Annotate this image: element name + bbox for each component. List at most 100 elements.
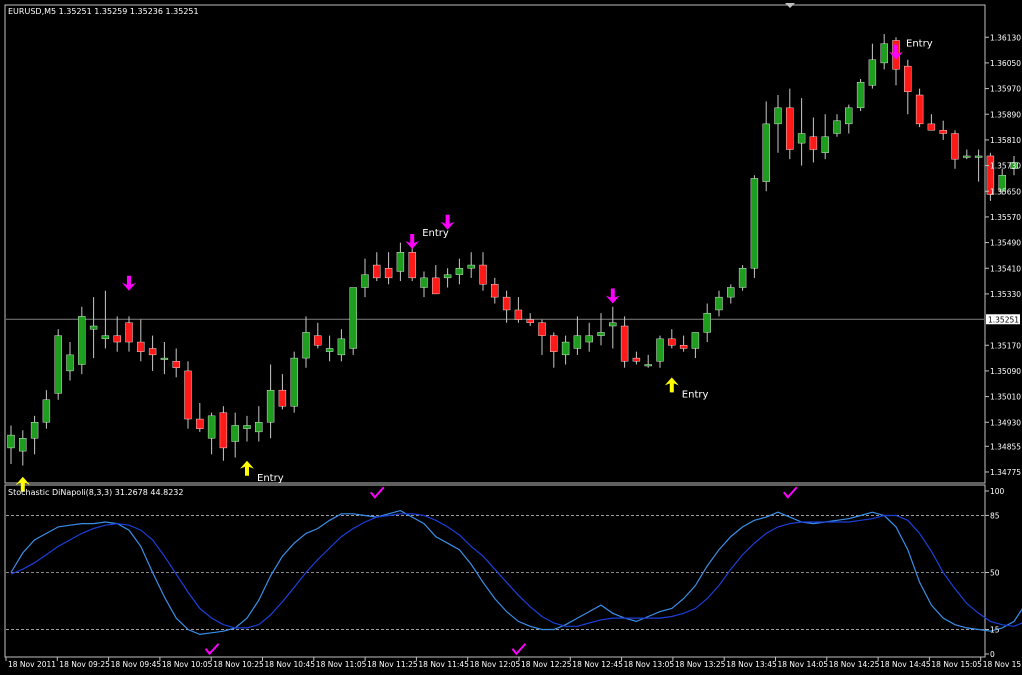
candle-body-bull [833, 120, 841, 134]
stochastic-axis-label: 15 [990, 626, 1000, 635]
time-axis-label: 18 Nov 2011 [8, 660, 56, 669]
candle-body-bull [30, 422, 39, 439]
candle-body-bear [550, 335, 558, 352]
candle-body-bear [278, 389, 287, 407]
candle[interactable] [54, 329, 62, 400]
candle-body-bull [420, 277, 428, 288]
price-axis-label: 1.35330 [990, 290, 1021, 299]
candle-body-bull [762, 123, 770, 182]
candle-body-bear [632, 357, 641, 362]
candle-body-bear [314, 335, 322, 346]
candle-body-bear [184, 370, 192, 420]
candle-body-bull [644, 364, 652, 367]
time-axis-label: 18 Nov 11:45 [418, 660, 469, 669]
time-axis-label: 18 Nov 13:45 [726, 660, 777, 669]
candle-body-bull [302, 332, 310, 359]
time-axis-label: 18 Nov 10:25 [213, 660, 264, 669]
candle-body-bear [137, 341, 145, 352]
price-axis-label: 1.35570 [990, 213, 1021, 222]
candle-body-bull [101, 335, 110, 340]
candle-body-bull [7, 434, 15, 449]
price-axis-label: 1.35890 [990, 110, 1021, 119]
candle-body-bear [679, 345, 688, 349]
time-axis-label: 18 Nov 11:25 [367, 660, 418, 669]
candle-body-bull [821, 136, 829, 153]
candle-body-bear [502, 296, 511, 311]
candle-body-bull [727, 287, 735, 298]
candle[interactable] [290, 351, 298, 413]
stochastic-axis-label: 50 [990, 569, 1000, 578]
candle-body-bear [904, 65, 912, 92]
entry-label: Entry [257, 473, 284, 484]
candle[interactable] [184, 361, 192, 429]
candle-body-bear [148, 348, 157, 356]
candle-body-bull [585, 335, 593, 343]
price-axis-label: 1.36130 [990, 33, 1021, 42]
candle-body-bear [432, 277, 440, 295]
time-axis-label: 18 Nov 12:25 [521, 660, 572, 669]
candle-body-bull [774, 107, 782, 125]
candle[interactable] [856, 78, 865, 112]
candle-body-bear [196, 418, 204, 429]
candle-body-bear [514, 309, 523, 320]
chart-background [0, 0, 1022, 671]
candle-body-bull [597, 332, 605, 336]
trading-chart[interactable]: Entry Entry Entry Entry 1.36130 1.36050 1.359… [0, 0, 1022, 671]
candle-body-bull [703, 312, 711, 333]
price-axis-label: 1.36050 [990, 59, 1021, 68]
candle-body-bull [868, 59, 877, 86]
entry-label: Entry [906, 39, 933, 50]
candle-body-bear [373, 264, 381, 279]
time-axis-label: 18 Nov 14:05 [778, 660, 829, 669]
price-axis-label: 1.34930 [990, 418, 1021, 427]
candle-body-bear [491, 284, 499, 298]
time-axis-label: 18 Nov 13:05 [624, 660, 675, 669]
price-axis-label: 1.35970 [990, 85, 1021, 94]
candle-body-bull [349, 287, 357, 349]
time-axis-label: 18 Nov 12:05 [470, 660, 521, 669]
candle-body-bull [691, 332, 700, 349]
candle-body-bull [243, 425, 251, 429]
candle-body-bull [266, 389, 275, 423]
candle-body-bull [880, 43, 888, 64]
time-axis-label: 18 Nov 15:25 [983, 660, 1022, 669]
candle-body-bear [113, 335, 121, 343]
candle-body-bull [443, 274, 452, 279]
time-axis-label: 18 Nov 09:25 [59, 660, 110, 669]
price-axis-label: 1.35730 [990, 162, 1021, 171]
price-axis-label: 1.34775 [990, 468, 1021, 477]
candle-body-bull [750, 178, 759, 269]
time-axis-label: 18 Nov 11:05 [316, 660, 367, 669]
candle-body-bull [231, 425, 239, 442]
candle-body-bull [561, 341, 570, 356]
price-axis-label: 1.35170 [990, 341, 1021, 350]
price-axis-label: 1.35810 [990, 136, 1021, 145]
candle-body-bear [172, 361, 180, 368]
candle-body-bull [361, 274, 369, 288]
price-axis-label: 1.35090 [990, 367, 1021, 376]
candle-body-bear [125, 322, 133, 343]
candle-body-bull [656, 338, 664, 362]
candle-body-bear [927, 123, 936, 131]
candle[interactable] [738, 265, 747, 291]
candle[interactable] [78, 306, 86, 375]
price-axis-label: 1.35490 [990, 239, 1021, 248]
candle[interactable] [750, 175, 759, 278]
entry-label: Entry [422, 228, 449, 239]
candle-body-bear [526, 319, 534, 323]
candle-body-bull [325, 348, 334, 352]
trading-chart-window[interactable]: Entry Entry Entry Entry 1.36130 1.36050 1.359… [0, 0, 1022, 671]
candle-body-bull [42, 399, 51, 423]
stochastic-axis-label: 100 [990, 487, 1005, 496]
candle-body-bull [963, 155, 971, 158]
candle-body-bull [974, 155, 983, 158]
candle[interactable] [349, 287, 357, 355]
candle-body-bear [479, 264, 487, 285]
candle-body-bull [573, 335, 582, 349]
candle-body-bull [290, 357, 298, 407]
time-axis-label: 18 Nov 09:45 [111, 660, 162, 669]
candle-body-bear [538, 322, 546, 336]
candle-body-bear [219, 412, 228, 449]
candle-body-bull [455, 268, 464, 275]
price-panel-title: EURUSD,M5 1.35251 1.35259 1.35236 1.3525… [8, 7, 199, 16]
